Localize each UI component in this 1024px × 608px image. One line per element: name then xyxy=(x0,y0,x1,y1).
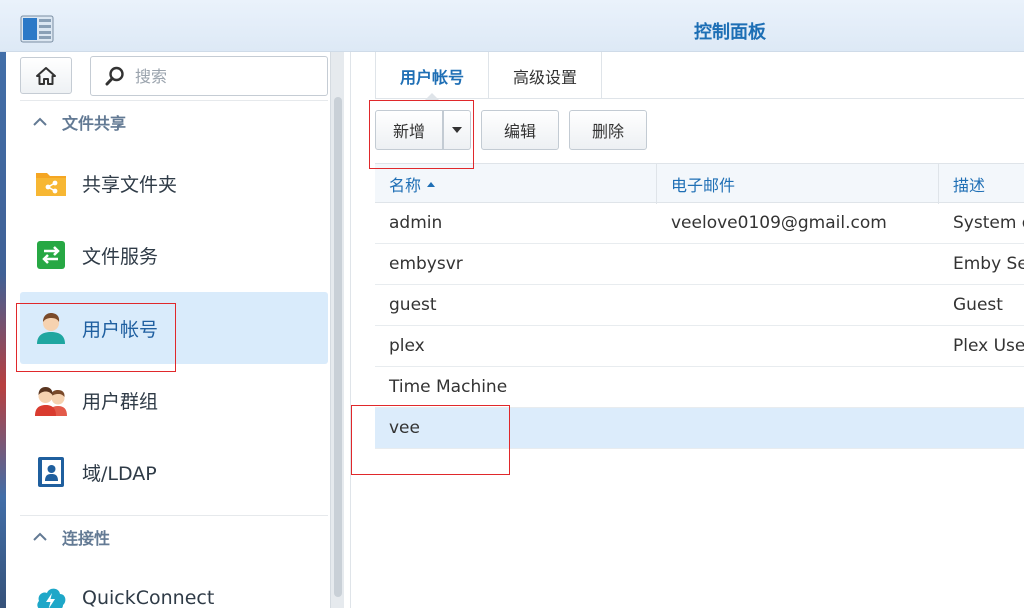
highlight-box xyxy=(16,303,176,372)
sidebar-item-quickconnect[interactable]: QuickConnect xyxy=(20,562,328,608)
table-row[interactable]: embysvr Emby Se xyxy=(375,244,1024,285)
sidebar-item-label: 用户群组 xyxy=(82,390,159,413)
window-title: 控制面板 xyxy=(694,22,766,43)
sidebar-item-shared-folder[interactable]: 共享文件夹 xyxy=(20,147,328,219)
table-header: 名称 电子邮件 描述 xyxy=(375,163,1024,204)
tab-bar: 用户帐号 高级设置 xyxy=(375,52,1024,100)
sidebar-item-file-services[interactable]: 文件服务 xyxy=(20,219,328,291)
cell-email xyxy=(657,244,939,284)
sidebar-item-domain-ldap[interactable]: 域/LDAP xyxy=(20,436,328,508)
scrollbar-thumb[interactable] xyxy=(334,97,342,597)
user-group-icon xyxy=(34,383,68,417)
section-label: 文件共享 xyxy=(62,113,127,133)
sidebar-item-user-group[interactable]: 用户群组 xyxy=(20,364,328,436)
cell-name: Time Machine xyxy=(389,377,508,397)
sidebar-item-label: 共享文件夹 xyxy=(82,173,178,196)
chevron-up-icon xyxy=(33,532,47,541)
column-header-name[interactable]: 名称 xyxy=(375,164,657,204)
table-row[interactable]: admin veelove0109@gmail.com System d xyxy=(375,203,1024,244)
title-bar: 控制面板 xyxy=(0,0,1024,52)
tab-user-account[interactable]: 用户帐号 xyxy=(375,52,490,100)
table-row[interactable]: Time Machine xyxy=(375,367,1024,408)
cell-description xyxy=(939,367,1024,407)
cell-email xyxy=(657,367,939,407)
cell-description: Guest xyxy=(953,295,1003,315)
section-label: 连接性 xyxy=(62,528,111,548)
highlight-box xyxy=(351,405,510,475)
cell-description: System d xyxy=(953,213,1024,233)
section-file-sharing[interactable]: 文件共享 xyxy=(20,100,328,142)
search-icon xyxy=(105,66,124,86)
section-connectivity[interactable]: 连接性 xyxy=(20,515,328,557)
cell-description: Plex Use xyxy=(953,336,1024,356)
edit-button[interactable]: 编辑 xyxy=(481,110,559,150)
domain-ldap-icon xyxy=(34,455,68,489)
column-header-email[interactable]: 电子邮件 xyxy=(657,164,939,204)
sidebar-item-label: 文件服务 xyxy=(82,245,159,268)
file-services-icon xyxy=(34,238,68,272)
cell-description: Emby Se xyxy=(953,254,1024,274)
delete-button[interactable]: 删除 xyxy=(569,110,647,150)
home-icon xyxy=(36,66,56,85)
sort-asc-icon xyxy=(427,181,436,187)
cell-name: embysvr xyxy=(389,254,463,274)
cell-name: guest xyxy=(389,295,437,315)
cell-email: veelove0109@gmail.com xyxy=(671,213,887,233)
cell-email xyxy=(657,408,939,448)
search-box[interactable] xyxy=(90,56,328,96)
chevron-up-icon xyxy=(33,117,47,126)
highlight-box xyxy=(369,100,474,169)
cell-email xyxy=(657,326,939,366)
sidebar-item-label: QuickConnect xyxy=(82,587,215,608)
search-input[interactable] xyxy=(135,66,315,86)
sidebar-item-label: 域/LDAP xyxy=(82,462,157,485)
tab-advanced[interactable]: 高级设置 xyxy=(489,52,603,99)
quickconnect-icon xyxy=(34,581,68,608)
cell-description xyxy=(939,408,1024,448)
shared-folder-icon xyxy=(34,166,68,200)
cell-email xyxy=(657,285,939,325)
table-row[interactable]: plex Plex Use xyxy=(375,326,1024,367)
cell-name: admin xyxy=(389,213,443,233)
column-header-description[interactable]: 描述 xyxy=(939,164,1024,204)
home-button[interactable] xyxy=(20,57,72,94)
table-row[interactable]: guest Guest xyxy=(375,285,1024,326)
cell-name: plex xyxy=(389,336,425,356)
sidebar-scrollbar[interactable] xyxy=(330,52,344,608)
